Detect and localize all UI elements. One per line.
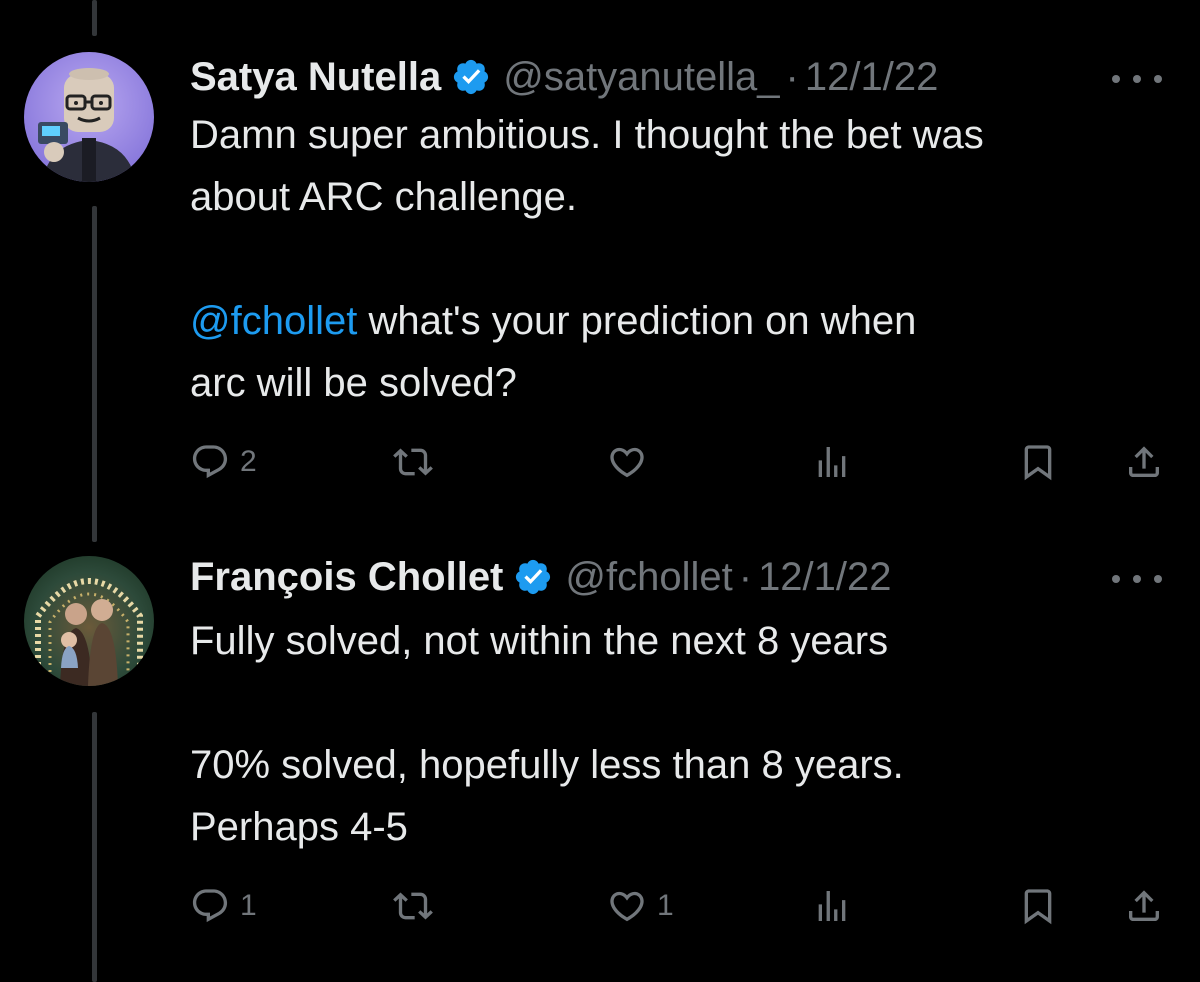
tweet-date[interactable]: 12/1/22 <box>805 52 938 102</box>
mention-link[interactable]: @fchollet <box>190 299 357 343</box>
views-button[interactable] <box>812 876 862 936</box>
user-handle[interactable]: @satyanutella_ <box>503 52 779 102</box>
like-button[interactable]: 1 <box>607 876 674 936</box>
bookmark-button[interactable] <box>1018 876 1058 936</box>
share-icon <box>1124 886 1164 926</box>
action-bar: 2 <box>0 432 1200 492</box>
views-icon <box>812 886 852 926</box>
like-count: 1 <box>657 889 674 922</box>
reply-button[interactable]: 2 <box>190 432 257 492</box>
user-handle[interactable]: @fchollet <box>565 552 732 602</box>
tweet-text-line: @fchollet what's your prediction on when <box>190 290 1170 352</box>
tweet-text: Fully solved, not within the next 8 year… <box>190 610 1170 858</box>
tweet-text-line: about ARC challenge. <box>190 175 577 219</box>
verified-badge-icon <box>513 557 553 597</box>
separator-dot: · <box>738 555 753 599</box>
action-bar: 1 1 <box>0 876 1200 936</box>
bookmark-icon <box>1018 886 1058 926</box>
share-button[interactable] <box>1124 432 1164 492</box>
separator-dot: · <box>785 55 799 99</box>
reply-count: 1 <box>240 889 257 922</box>
tweet-text: Damn super ambitious. I thought the bet … <box>190 104 1170 414</box>
verified-badge-icon <box>451 57 491 97</box>
retweet-button[interactable] <box>393 876 443 936</box>
bookmark-button[interactable] <box>1018 432 1058 492</box>
tweet-date[interactable]: 12/1/22 <box>758 552 891 602</box>
share-icon <box>1124 442 1164 482</box>
tweet-text-line: Fully solved, not within the next 8 year… <box>190 619 889 663</box>
tweet-header: François Chollet @fchollet · 12/1/22 <box>190 552 892 602</box>
more-icon[interactable] <box>1112 72 1162 86</box>
reply-count: 2 <box>240 445 257 478</box>
tweet[interactable]: Satya Nutella @satyanutella_ · 12/1/22 D… <box>0 52 1200 492</box>
retweet-icon <box>393 442 433 482</box>
like-icon <box>607 886 647 926</box>
views-button[interactable] <box>812 432 862 492</box>
tweet-text-line: arc will be solved? <box>190 361 517 405</box>
thread-line-top <box>92 0 97 36</box>
retweet-icon <box>393 886 433 926</box>
tweet-text-line: 70% solved, hopefully less than 8 years. <box>190 743 904 787</box>
tweet-text-line: Damn super ambitious. I thought the bet … <box>190 113 984 157</box>
retweet-button[interactable] <box>393 432 443 492</box>
display-name[interactable]: François Chollet <box>190 552 503 602</box>
tweet-text-line: Perhaps 4-5 <box>190 805 408 849</box>
avatar[interactable] <box>24 556 154 686</box>
avatar[interactable] <box>24 52 154 182</box>
share-button[interactable] <box>1124 876 1164 936</box>
reply-button[interactable]: 1 <box>190 876 257 936</box>
like-button[interactable] <box>607 432 657 492</box>
bookmark-icon <box>1018 442 1058 482</box>
reply-icon <box>190 886 230 926</box>
more-icon[interactable] <box>1112 572 1162 586</box>
like-icon <box>607 442 647 482</box>
tweet[interactable]: François Chollet @fchollet · 12/1/22 Ful… <box>0 552 1200 982</box>
reply-icon <box>190 442 230 482</box>
tweet-header: Satya Nutella @satyanutella_ · 12/1/22 <box>190 52 938 102</box>
tweet-text-fragment: what's your prediction on when <box>357 299 917 343</box>
views-icon <box>812 442 852 482</box>
display-name[interactable]: Satya Nutella <box>190 52 441 102</box>
